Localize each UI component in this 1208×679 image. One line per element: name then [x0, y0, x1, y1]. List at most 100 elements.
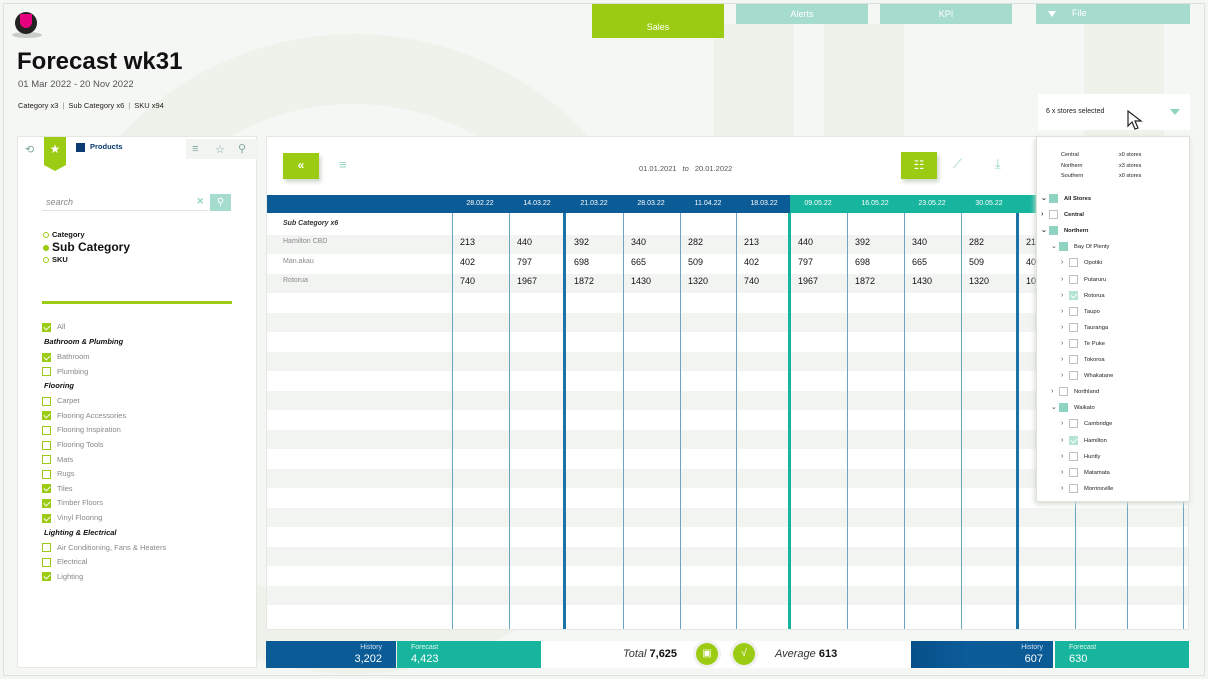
column-header[interactable]: 30.05.22: [961, 195, 1017, 213]
row-label[interactable]: Rotorua: [283, 277, 308, 284]
checkbox-icon[interactable]: [1069, 258, 1078, 268]
filter-checkbox[interactable]: Bathroom: [42, 352, 90, 362]
checkbox-icon[interactable]: [1049, 194, 1058, 203]
chevron-down-icon[interactable]: ⌄: [1051, 403, 1057, 411]
checkbox-icon[interactable]: [1069, 290, 1078, 300]
table-cell[interactable]: 340: [631, 237, 646, 247]
table-cell[interactable]: 340: [912, 237, 927, 247]
chevron-down-icon[interactable]: ⌄: [1041, 194, 1047, 202]
chevron-right-icon[interactable]: ›: [1061, 485, 1067, 492]
store-tree-item[interactable]: ⌄ Northern: [1041, 226, 1088, 236]
checkbox-icon[interactable]: [1059, 242, 1068, 252]
row-label[interactable]: Man.akau: [283, 258, 314, 265]
chevron-right-icon[interactable]: ›: [1061, 292, 1067, 299]
chevron-right-icon[interactable]: ›: [1061, 437, 1067, 444]
column-header[interactable]: 28.02.22: [452, 195, 508, 213]
table-cell[interactable]: 1320: [969, 276, 989, 286]
level-category[interactable]: Category: [43, 230, 85, 239]
table-cell[interactable]: 740: [744, 276, 759, 286]
table-cell[interactable]: 392: [855, 237, 870, 247]
table-cell[interactable]: 1872: [855, 276, 875, 286]
column-header[interactable]: 14.03.22: [509, 195, 565, 213]
table-date-range[interactable]: 01.01.2021 to 20.01.2022: [639, 164, 732, 173]
favorites-tab[interactable]: ★: [44, 137, 66, 165]
store-tree-item[interactable]: › Matamata: [1061, 467, 1110, 477]
column-header[interactable]: 23.05.22: [904, 195, 960, 213]
table-cell[interactable]: 665: [912, 257, 927, 267]
checkbox-icon[interactable]: [1069, 274, 1078, 284]
search-button[interactable]: ⚲: [210, 194, 231, 211]
table-cell[interactable]: 698: [855, 257, 870, 267]
filter-checkbox[interactable]: Carpet: [42, 396, 80, 406]
level-sku[interactable]: SKU: [43, 255, 68, 264]
column-header[interactable]: 11.04.22: [680, 195, 736, 213]
search-icon[interactable]: ⚲: [238, 142, 246, 155]
store-tree-item[interactable]: › Central: [1041, 210, 1084, 220]
store-tree-item[interactable]: › Rotorua: [1061, 290, 1105, 300]
checkbox-icon[interactable]: [1069, 451, 1078, 461]
table-cell[interactable]: 1430: [912, 276, 932, 286]
chevron-right-icon[interactable]: ›: [1061, 469, 1067, 476]
refresh-icon[interactable]: ⟲: [25, 143, 34, 156]
filter-checkbox[interactable]: Vinyl Flooring: [42, 513, 102, 523]
tab-alerts[interactable]: Alerts: [736, 4, 868, 24]
list-icon[interactable]: ≡: [192, 143, 198, 155]
download-icon[interactable]: ⤓: [995, 156, 1001, 172]
filter-checkbox[interactable]: Electrical: [42, 557, 87, 567]
column-header[interactable]: 21.03.22: [566, 195, 622, 213]
store-tree-item[interactable]: › Taupo: [1061, 306, 1100, 316]
filter-checkbox[interactable]: Flooring Inspiration: [42, 425, 121, 435]
chevron-right-icon[interactable]: ›: [1061, 453, 1067, 460]
table-cell[interactable]: 1430: [631, 276, 651, 286]
table-cell[interactable]: 509: [688, 257, 703, 267]
clear-icon[interactable]: ✕: [196, 196, 204, 207]
chevron-right-icon[interactable]: ›: [1061, 308, 1067, 315]
checkbox-icon[interactable]: [1069, 371, 1078, 381]
store-tree-item[interactable]: › Morrinsville: [1061, 483, 1113, 493]
table-cell[interactable]: 1320: [688, 276, 708, 286]
table-cell[interactable]: 282: [969, 237, 984, 247]
column-header[interactable]: 18.03.22: [736, 195, 792, 213]
total-icon[interactable]: ▣: [696, 643, 718, 665]
chevron-right-icon[interactable]: ›: [1061, 259, 1067, 266]
filter-checkbox[interactable]: Flooring Accessories: [42, 411, 126, 421]
store-tree-item[interactable]: › Hamilton: [1061, 435, 1107, 445]
column-header[interactable]: 16.05.22: [847, 195, 903, 213]
store-tree-item[interactable]: ⌄ All Stores: [1041, 194, 1091, 203]
tab-file[interactable]: File: [1036, 4, 1190, 24]
store-tree-item[interactable]: › Huntly: [1061, 451, 1100, 461]
star-outline-icon[interactable]: ☆: [215, 143, 225, 156]
chevron-right-icon[interactable]: ›: [1041, 211, 1047, 218]
average-icon[interactable]: √: [733, 643, 755, 665]
chevron-right-icon[interactable]: ›: [1061, 420, 1067, 427]
checkbox-icon[interactable]: [1049, 210, 1058, 220]
app-logo[interactable]: [12, 10, 42, 40]
column-header[interactable]: 09.05.22: [790, 195, 846, 213]
checkbox-icon[interactable]: [1069, 467, 1078, 477]
tab-sales[interactable]: Sales: [592, 4, 724, 38]
checkbox-icon[interactable]: [1069, 338, 1078, 348]
table-cell[interactable]: 282: [688, 237, 703, 247]
chevron-right-icon[interactable]: ›: [1061, 340, 1067, 347]
checkbox-icon[interactable]: [1069, 435, 1078, 445]
table-cell[interactable]: 440: [798, 237, 813, 247]
table-cell[interactable]: 698: [574, 257, 589, 267]
chevron-right-icon[interactable]: ›: [1061, 372, 1067, 379]
checkbox-icon[interactable]: [1049, 226, 1058, 236]
store-tree-item[interactable]: › Putaruru: [1061, 274, 1106, 284]
chevron-down-icon[interactable]: ⌄: [1041, 226, 1047, 234]
checkbox-icon[interactable]: [1069, 483, 1078, 493]
checkbox-icon[interactable]: [1059, 387, 1068, 397]
store-tree-item[interactable]: › Northland: [1051, 387, 1099, 397]
table-cell[interactable]: 1872: [574, 276, 594, 286]
row-label[interactable]: Hamilton CBD: [283, 238, 327, 245]
table-cell[interactable]: 740: [460, 276, 475, 286]
table-cell[interactable]: 402: [460, 257, 475, 267]
store-tree-item[interactable]: › Te Puke: [1061, 338, 1105, 348]
chevron-right-icon[interactable]: ›: [1061, 324, 1067, 331]
chart-icon[interactable]: ⟋: [953, 156, 962, 172]
table-cell[interactable]: 213: [460, 237, 475, 247]
filter-checkbox[interactable]: Mats: [42, 455, 73, 465]
store-tree-item[interactable]: › Tokoroa: [1061, 355, 1105, 364]
collapse-button[interactable]: «: [283, 153, 319, 179]
